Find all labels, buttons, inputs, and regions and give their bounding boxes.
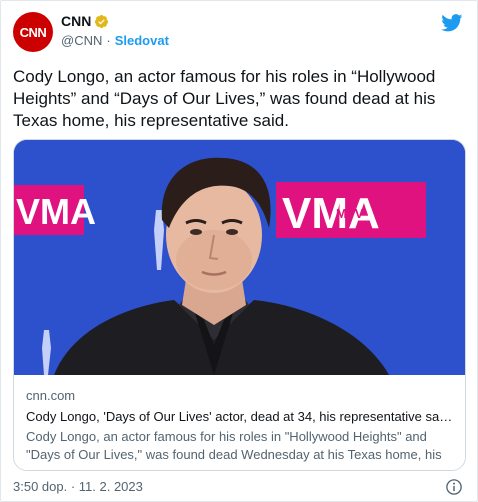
card-photo: VMA VMA MTV <box>14 140 465 375</box>
card-image[interactable]: VMA VMA MTV <box>14 140 465 375</box>
card-title[interactable]: Cody Longo, 'Days of Our Lives' actor, d… <box>26 408 455 426</box>
card-domain: cnn.com <box>26 388 76 403</box>
author-name[interactable]: CNN <box>61 13 91 29</box>
vma-text-right: VMA <box>282 189 380 238</box>
verified-badge-icon <box>95 14 109 28</box>
avatar[interactable]: CNN <box>13 12 53 52</box>
vma-text-left: VMA <box>16 191 96 232</box>
twitter-bird-icon[interactable] <box>441 14 463 32</box>
card-meta: cnn.com Cody Longo, 'Days of Our Lives' … <box>14 375 465 470</box>
tweet-text: Cody Longo, an actor famous for his role… <box>13 67 436 130</box>
avatar-logo-text: CNN <box>19 24 47 40</box>
author-handle-row: @CNN · Sledovat <box>61 33 169 48</box>
mtv-logo-text: MTV <box>336 206 364 221</box>
link-preview-card[interactable]: VMA VMA MTV cnn.com Cody Longo, 'Days of… <box>13 139 466 471</box>
author-name-row: CNN <box>61 13 109 29</box>
separator-dot: · <box>106 33 111 48</box>
author-handle[interactable]: @CNN <box>61 33 102 48</box>
card-description: Cody Longo, an actor famous for his role… <box>26 429 442 462</box>
follow-button[interactable]: Sledovat <box>115 33 169 48</box>
tweet-timestamp[interactable]: 3:50 dop. · 11. 2. 2023 <box>13 479 143 494</box>
tweet-embed: CNN CNN @CNN · Sledovat Cody Longo, an a… <box>0 0 478 502</box>
info-icon[interactable] <box>445 478 463 496</box>
